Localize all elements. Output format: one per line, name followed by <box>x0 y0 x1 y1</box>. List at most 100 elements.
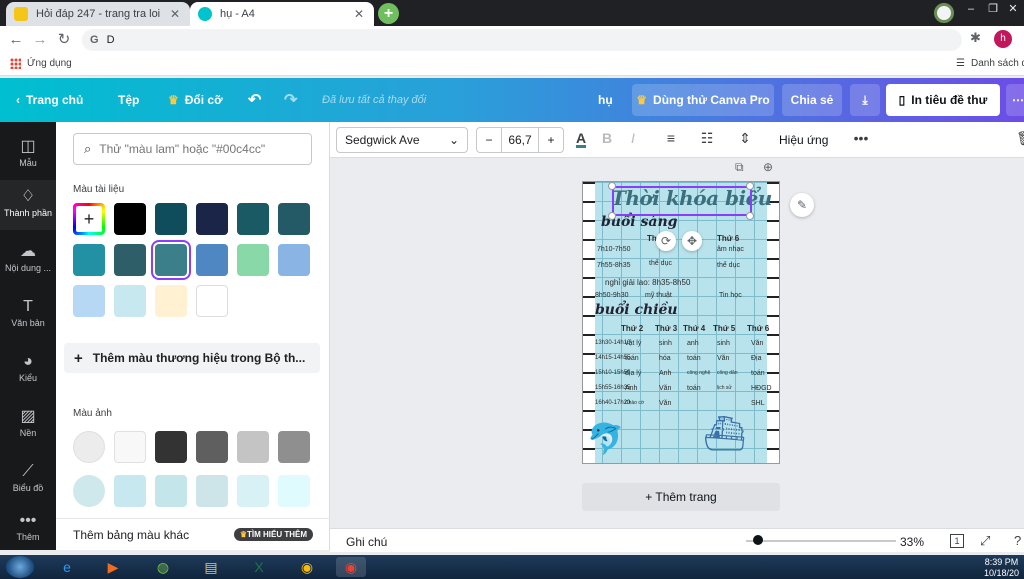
color-swatch[interactable] <box>155 285 187 317</box>
color-swatch[interactable] <box>278 203 310 235</box>
share-button[interactable]: Chia sẻ <box>782 84 842 116</box>
fullscreen-icon[interactable]: ⤢ <box>980 533 990 549</box>
comment-icon[interactable]: ✎ <box>790 193 814 217</box>
document-title[interactable]: hụ <box>598 78 613 122</box>
minimize-icon[interactable]: – <box>960 0 982 18</box>
duplicate-page-icon[interactable]: ⧉ <box>735 160 744 175</box>
decrease-size-icon[interactable]: − <box>477 133 501 147</box>
rotate-icon[interactable]: ⟳ <box>656 231 676 251</box>
more-palettes-link[interactable]: Thêm bảng màu khác <box>73 528 189 542</box>
system-clock[interactable]: 8:39 PM 10/18/20 <box>984 557 1019 579</box>
dolphin-icon[interactable]: 🐬 <box>587 422 624 457</box>
move-icon[interactable]: ✥ <box>682 231 702 251</box>
folder-icon[interactable]: ▤ <box>196 557 226 577</box>
rail-item-text[interactable]: T Văn bản <box>0 290 56 340</box>
photo-color-swatch[interactable] <box>155 475 187 507</box>
rail-item-uploads[interactable]: ☁ Nội dung ... <box>0 235 56 285</box>
color-swatch[interactable] <box>237 244 269 276</box>
redo-icon[interactable]: ↷ <box>284 78 297 122</box>
file-menu-button[interactable]: Tệp <box>118 78 139 122</box>
zoom-level[interactable]: 33% <box>900 535 924 549</box>
reading-list-bookmark[interactable]: ☰ Danh sách đ <box>956 58 1024 69</box>
design-page[interactable]: Thời khóa biểu buổi sáng Thứ 5 Thứ 6 7h1… <box>582 181 780 464</box>
resize-handle[interactable] <box>746 182 754 190</box>
close-tab-icon[interactable]: ✕ <box>168 7 182 21</box>
back-arrow-icon[interactable]: ← <box>6 30 26 50</box>
ship-icon[interactable]: ⛴ <box>703 414 746 454</box>
browser-tab-canva[interactable]: hụ - A4 ✕ <box>190 2 374 26</box>
more-options-icon[interactable]: ••• <box>850 130 872 150</box>
color-swatch[interactable] <box>237 203 269 235</box>
photo-color-swatch[interactable] <box>73 475 105 507</box>
color-swatch[interactable] <box>73 244 105 276</box>
increase-size-icon[interactable]: + <box>539 133 563 147</box>
close-tab-icon[interactable]: ✕ <box>352 7 366 21</box>
photo-color-swatch[interactable] <box>155 431 187 463</box>
maximize-icon[interactable]: ❐ <box>982 0 1004 18</box>
photo-color-swatch[interactable] <box>196 475 228 507</box>
browser-tab-hoidap[interactable]: Hỏi đáp 247 - trang tra loi ✕ <box>6 2 190 26</box>
print-letterhead-button[interactable]: ▯ In tiêu đề thư <box>886 84 1000 116</box>
italic-icon[interactable]: I <box>622 130 644 150</box>
add-page-icon[interactable]: ⊕ <box>763 160 773 174</box>
color-swatch[interactable] <box>114 203 146 235</box>
photo-color-swatch[interactable] <box>196 431 228 463</box>
home-button[interactable]: ‹ Trang chủ <box>16 78 83 122</box>
media-player-icon[interactable]: ▶ <box>98 557 128 577</box>
photo-color-swatch[interactable] <box>278 431 310 463</box>
align-center-icon[interactable]: ≡ <box>660 130 682 150</box>
color-swatch[interactable] <box>114 285 146 317</box>
add-page-button[interactable]: + Thêm trang <box>582 483 780 511</box>
new-tab-plus-icon[interactable]: + <box>378 3 399 24</box>
forward-arrow-icon[interactable]: → <box>30 30 50 50</box>
download-icon[interactable]: ⤓ <box>850 84 880 116</box>
window-close-icon[interactable]: ✕ <box>1002 0 1024 18</box>
more-options-icon[interactable]: ⋯ <box>1006 84 1024 116</box>
add-brand-colors-button[interactable]: + Thêm màu thương hiệu trong Bộ th... <box>64 343 320 373</box>
list-icon[interactable]: ☷ <box>696 130 718 150</box>
color-swatch[interactable] <box>114 244 146 276</box>
resize-button[interactable]: ♛ Đổi cỡ <box>168 78 223 122</box>
color-swatch[interactable] <box>155 244 187 276</box>
title-selection-box[interactable] <box>612 186 752 216</box>
color-swatch[interactable] <box>196 203 228 235</box>
zoom-slider-track[interactable] <box>746 540 896 542</box>
bold-icon[interactable]: B <box>596 130 618 150</box>
photo-color-swatch[interactable] <box>237 475 269 507</box>
reload-icon[interactable]: ↻ <box>54 30 74 50</box>
photo-color-swatch[interactable] <box>114 431 146 463</box>
color-search-input[interactable] <box>99 142 290 156</box>
notes-button[interactable]: Ghi chú <box>346 535 387 549</box>
font-size-stepper[interactable]: − 66,7 + <box>476 127 564 153</box>
rail-item-styles[interactable]: ◕ Kiểu <box>0 345 56 395</box>
help-icon[interactable]: ? <box>1014 533 1021 548</box>
green-app-icon[interactable]: ◍ <box>148 557 178 577</box>
rail-item-charts[interactable]: ⟋ Biểu đồ <box>0 455 56 505</box>
color-search-box[interactable]: ⌕ <box>73 133 312 165</box>
rail-item-elements[interactable]: ♢ Thành phần <box>0 180 56 230</box>
color-swatch[interactable] <box>155 203 187 235</box>
start-button-icon[interactable] <box>6 556 34 578</box>
ie-icon[interactable]: e <box>52 557 82 577</box>
extensions-puzzle-icon[interactable]: ✱ <box>970 30 981 46</box>
excel-icon[interactable]: X <box>244 557 274 577</box>
font-size-value[interactable]: 66,7 <box>501 128 539 152</box>
photo-color-swatch[interactable] <box>114 475 146 507</box>
add-color-button[interactable]: + <box>73 203 105 235</box>
color-swatch[interactable] <box>278 244 310 276</box>
line-spacing-icon[interactable]: ⇕ <box>734 130 756 150</box>
page-count-badge[interactable]: 1 <box>950 534 964 548</box>
font-selector[interactable]: Sedgwick Ave ⌄ <box>336 127 468 153</box>
chrome-icon[interactable]: ◉ <box>292 557 322 577</box>
zoom-slider-knob[interactable] <box>752 535 763 545</box>
trash-icon[interactable]: 🗑 <box>1014 130 1024 150</box>
try-pro-button[interactable]: ♛ Dùng thử Canva Pro <box>632 84 774 116</box>
rail-item-background[interactable]: ▨ Nền <box>0 400 56 450</box>
resize-handle[interactable] <box>608 182 616 190</box>
afternoon-heading[interactable]: buổi chiều <box>595 302 678 318</box>
apps-bookmark[interactable]: Ứng dụng <box>10 58 72 69</box>
rail-item-templates[interactable]: ◫ Mẫu <box>0 130 56 180</box>
rail-item-more[interactable]: ••• Thêm <box>0 510 56 550</box>
color-swatch[interactable] <box>73 285 105 317</box>
photo-color-swatch[interactable] <box>237 431 269 463</box>
